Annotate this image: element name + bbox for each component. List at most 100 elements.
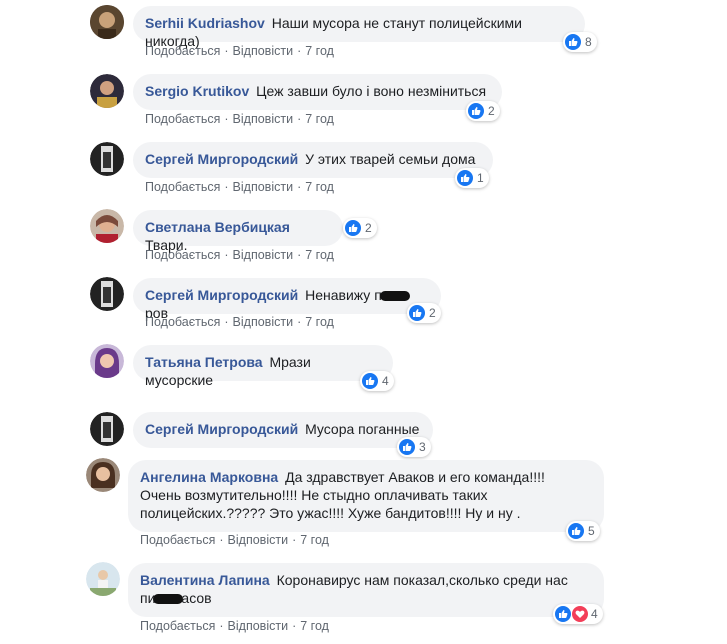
comment-author[interactable]: Сергей Миргородский: [145, 151, 298, 167]
reply-link[interactable]: Відповісти: [233, 44, 294, 58]
reaction-count-value: 4: [591, 607, 598, 621]
redaction-mark: [379, 291, 410, 302]
like-reaction-icon: [555, 606, 571, 622]
like-reaction-icon: [345, 220, 361, 236]
avatar-photo-icon: [90, 209, 124, 243]
reply-link[interactable]: Відповісти: [228, 619, 289, 633]
reaction-count[interactable]: 5: [566, 521, 600, 541]
avatar[interactable]: [90, 277, 124, 311]
like-link[interactable]: Подобається: [145, 180, 220, 194]
avatar-photo-icon: [90, 277, 124, 311]
comment-author[interactable]: Сергей Миргородский: [145, 287, 298, 303]
comment-text: Очень возмутительно!!!! Не стыдно оплачи…: [140, 487, 488, 503]
reaction-count-value: 8: [585, 35, 592, 49]
reaction-count[interactable]: 2: [466, 101, 500, 121]
comment-author[interactable]: Ангелина Марковна: [140, 469, 278, 485]
avatar-photo-icon: [86, 458, 120, 492]
avatar[interactable]: [90, 344, 124, 378]
reply-link[interactable]: Відповісти: [233, 112, 294, 126]
comment-author[interactable]: Serhii Kudriashov: [145, 15, 265, 31]
comment-bubble: Светлана Вербицкая Твари.: [133, 210, 343, 253]
timestamp[interactable]: 7 год: [305, 315, 334, 329]
avatar-photo-icon: [86, 562, 120, 596]
reaction-count-value: 1: [477, 171, 484, 185]
comment-text: Коронавирус нам показал,сколько среди на…: [276, 572, 568, 588]
reaction-count[interactable]: 1: [455, 168, 489, 188]
reaction-count-value: 2: [429, 306, 436, 320]
avatar[interactable]: [90, 5, 124, 39]
reaction-count[interactable]: 2: [407, 303, 441, 323]
like-reaction-icon: [362, 373, 378, 389]
reaction-count-value: 3: [419, 440, 426, 454]
like-link[interactable]: Подобається: [145, 315, 220, 329]
comment-actions: Подобається · Відповісти · 7 год: [145, 248, 334, 262]
comment-actions: Подобається · Відповісти · 7 год: [140, 533, 329, 547]
comment-text: У этих тварей семьи дома: [305, 151, 476, 167]
comment-bubble: Сергей Миргородский У этих тварей семьи …: [133, 142, 493, 178]
reaction-count-value: 2: [488, 104, 495, 118]
comment-author[interactable]: Валентина Лапина: [140, 572, 270, 588]
reaction-count[interactable]: 2: [343, 218, 377, 238]
reply-link[interactable]: Відповісти: [233, 180, 294, 194]
like-reaction-icon: [457, 170, 473, 186]
avatar[interactable]: [90, 142, 124, 176]
reply-link[interactable]: Відповісти: [233, 315, 294, 329]
comment-bubble: Sergio Krutikov Цеж завши було і воно не…: [133, 74, 502, 110]
like-reaction-icon: [399, 439, 415, 455]
reaction-count[interactable]: 3: [397, 437, 431, 457]
comment-bubble: Валентина Лапина Коронавирус нам показал…: [128, 563, 604, 617]
avatar-photo-icon: [90, 5, 124, 39]
comment-bubble: Сергей Миргородский Мусора поганные: [133, 412, 433, 448]
like-reaction-icon: [468, 103, 484, 119]
timestamp[interactable]: 7 год: [305, 180, 334, 194]
comment-text: асов: [181, 590, 212, 606]
reaction-count-value: 2: [365, 221, 372, 235]
like-link[interactable]: Подобається: [145, 248, 220, 262]
comment-author[interactable]: Sergio Krutikov: [145, 83, 249, 99]
comment-text: Мусора поганные: [305, 421, 420, 437]
reaction-count[interactable]: 4: [553, 604, 603, 624]
comment-bubble: Сергей Миргородский Ненавижу пров: [133, 278, 441, 321]
comment-text: Ненавижу п: [305, 287, 382, 303]
like-link[interactable]: Подобається: [145, 112, 220, 126]
like-link[interactable]: Подобається: [145, 44, 220, 58]
avatar-photo-icon: [90, 74, 124, 108]
like-reaction-icon: [568, 523, 584, 539]
reply-link[interactable]: Відповісти: [228, 533, 289, 547]
timestamp[interactable]: 7 год: [300, 533, 329, 547]
comment-author[interactable]: Светлана Вербицкая: [145, 219, 290, 235]
timestamp[interactable]: 7 год: [305, 44, 334, 58]
comment-actions: Подобається · Відповісти · 7 год: [145, 315, 334, 329]
love-reaction-icon: [571, 605, 589, 623]
avatar-photo-icon: [90, 344, 124, 378]
comment-author[interactable]: Сергей Миргородский: [145, 421, 298, 437]
avatar[interactable]: [86, 562, 120, 596]
timestamp[interactable]: 7 год: [305, 112, 334, 126]
like-reaction-icon: [565, 34, 581, 50]
reaction-count-value: 4: [382, 374, 389, 388]
comment-text: Да здравствует Аваков и его команда!!!!: [285, 469, 545, 485]
timestamp[interactable]: 7 год: [300, 619, 329, 633]
like-reaction-icon: [409, 305, 425, 321]
reply-link[interactable]: Відповісти: [233, 248, 294, 262]
avatar[interactable]: [86, 458, 120, 492]
avatar[interactable]: [90, 209, 124, 243]
comment-actions: Подобається · Відповісти · 7 год: [145, 180, 334, 194]
reaction-count[interactable]: 4: [360, 371, 394, 391]
comment-actions: Подобається · Відповісти · 7 год: [145, 112, 334, 126]
comment-bubble: Татьяна Петрова Мрази мусорские: [133, 345, 393, 388]
timestamp[interactable]: 7 год: [305, 248, 334, 262]
comment-actions: Подобається · Відповісти · 7 год: [140, 619, 329, 633]
like-link[interactable]: Подобається: [140, 619, 215, 633]
comment-author[interactable]: Татьяна Петрова: [145, 354, 263, 370]
redaction-mark: [153, 594, 184, 605]
avatar[interactable]: [90, 412, 124, 446]
avatar-photo-icon: [90, 142, 124, 176]
like-link[interactable]: Подобається: [140, 533, 215, 547]
avatar[interactable]: [90, 74, 124, 108]
reaction-count[interactable]: 8: [563, 32, 597, 52]
avatar-photo-icon: [90, 412, 124, 446]
comment-actions: Подобається · Відповісти · 7 год: [145, 44, 334, 58]
comment-text: полицейских.????? Это ужас!!!! Хуже банд…: [140, 505, 521, 521]
comment-bubble: Serhii Kudriashov Наши мусора не станут …: [133, 6, 585, 49]
